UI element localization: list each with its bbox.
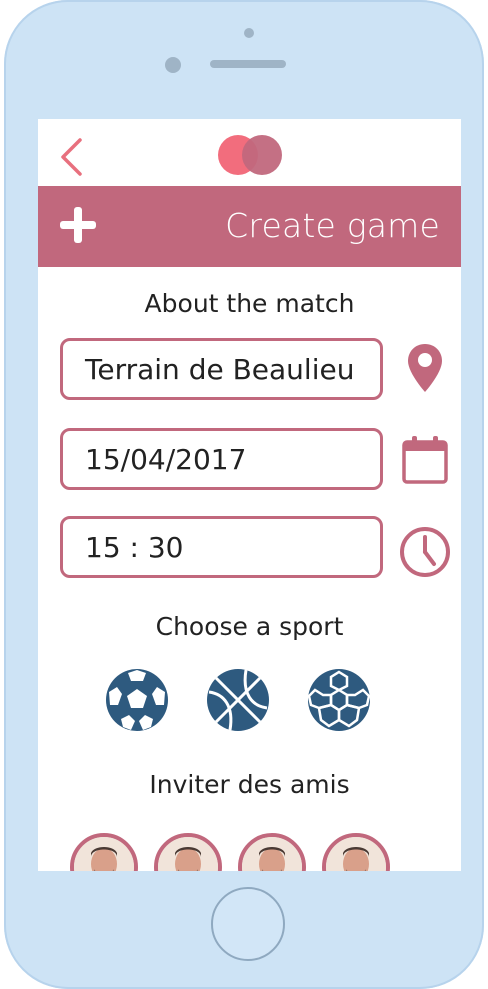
page-title: Create game [225, 206, 440, 245]
avatar-photo [242, 837, 302, 871]
map-pin-icon[interactable] [406, 342, 444, 394]
avatar-photo [158, 837, 218, 871]
chevron-left-icon[interactable] [58, 137, 88, 177]
home-button[interactable] [211, 887, 285, 961]
page-header: Create game [38, 186, 461, 267]
clock-icon[interactable] [399, 526, 451, 578]
proximity-sensor [165, 57, 181, 73]
friend-avatar[interactable] [322, 833, 390, 871]
friend-avatar[interactable] [70, 833, 138, 871]
sport-section-title: Choose a sport [155, 612, 344, 641]
phone-frame: Create game About the match Terrain de B… [4, 0, 484, 989]
basketball-icon[interactable] [206, 668, 270, 732]
app-logo [218, 135, 282, 175]
location-field[interactable]: Terrain de Beaulieu [60, 338, 383, 400]
plus-icon[interactable] [58, 205, 98, 245]
about-section-title: About the match [144, 289, 355, 318]
avatar-photo [326, 837, 386, 871]
friend-avatar[interactable] [238, 833, 306, 871]
top-bar [38, 119, 461, 186]
time-field[interactable]: 15 : 30 [60, 516, 383, 578]
front-camera [244, 28, 254, 38]
avatar-photo [74, 837, 134, 871]
friend-avatar[interactable] [154, 833, 222, 871]
handball-icon[interactable] [307, 668, 371, 732]
calendar-icon[interactable] [401, 435, 449, 485]
earpiece-speaker [210, 60, 286, 68]
friends-section-title: Inviter des amis [149, 770, 350, 799]
date-field[interactable]: 15/04/2017 [60, 428, 383, 490]
app-screen: Create game About the match Terrain de B… [38, 119, 461, 871]
soccer-ball-icon[interactable] [105, 668, 169, 732]
